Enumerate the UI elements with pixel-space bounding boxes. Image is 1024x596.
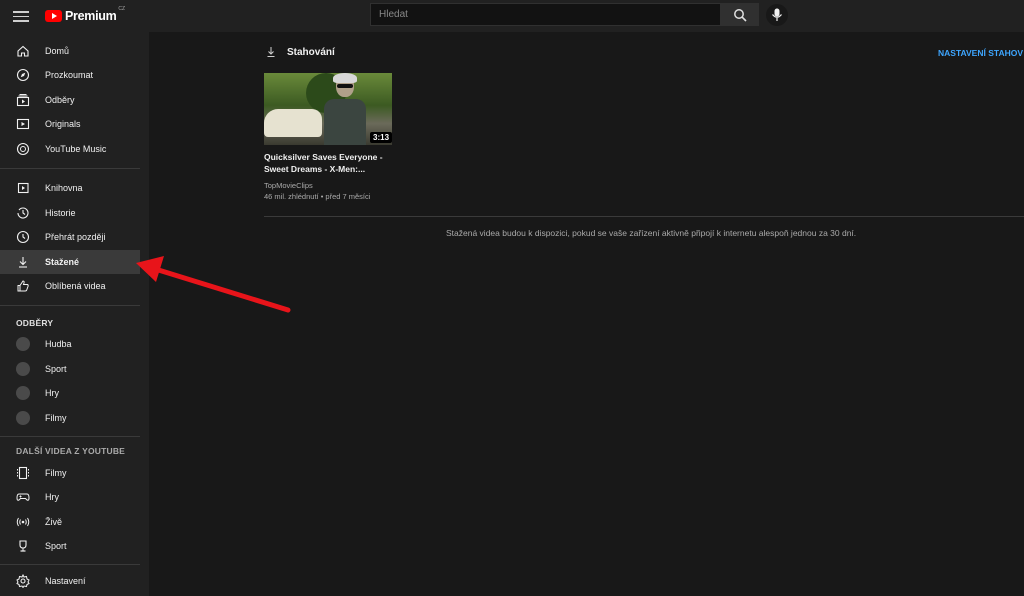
sidebar-item-originals[interactable]: Originals [0, 112, 149, 136]
sidebar-item-explore[interactable]: Prozkoumat [0, 63, 149, 87]
compass-icon [16, 68, 30, 82]
sidebar-item-label: Oblíbená videa [45, 281, 106, 291]
sidebar-item-label: Sport [45, 364, 67, 374]
music-channel-icon [16, 337, 30, 351]
youtube-premium-logo[interactable]: Premium CZ [45, 6, 126, 25]
sidebar-item-home[interactable]: Domů [0, 39, 149, 63]
sidebar-divider [0, 564, 140, 565]
film-icon [17, 466, 29, 480]
subscriptions-section-title: ODBĚRY [16, 318, 54, 328]
sidebar-item-sport[interactable]: Sport [0, 534, 149, 558]
clock-icon [16, 230, 30, 244]
video-duration-badge: 3:13 [370, 132, 393, 143]
sidebar-item-channel-hry[interactable]: Hry [0, 381, 149, 405]
sidebar-item-channel-hudba[interactable]: Hudba [0, 332, 149, 356]
sidebar-item-live[interactable]: Živě [0, 510, 149, 534]
thumbnail-scene [264, 109, 322, 137]
sidebar-item-movies[interactable]: Filmy [0, 461, 149, 485]
download-icon [19, 257, 27, 268]
home-icon [17, 45, 29, 57]
logo-text: Premium [65, 9, 117, 23]
sidebar-item-downloads[interactable]: Stažené [0, 250, 140, 274]
sidebar: Domů Prozkoumat Odběry Originals YouTube… [0, 32, 149, 596]
sidebar-item-label: Sport [45, 541, 67, 551]
gear-icon [16, 574, 30, 588]
microphone-icon [772, 8, 782, 21]
sidebar-item-channel-sport[interactable]: Sport [0, 357, 149, 381]
sidebar-item-label: Historie [45, 208, 76, 218]
sidebar-item-history[interactable]: Historie [0, 201, 149, 225]
sidebar-item-label: Živě [45, 517, 63, 527]
download-availability-note: Stažená videa budou k dispozici, pokud s… [446, 228, 857, 238]
sidebar-item-watch-later[interactable]: Přehrát později [0, 225, 149, 249]
content-divider [264, 216, 1024, 217]
originals-icon [16, 118, 30, 130]
more-from-youtube-title: DALŠÍ VIDEA Z YOUTUBE [16, 446, 126, 456]
sidebar-item-label: Filmy [45, 468, 67, 478]
sidebar-item-channel-filmy[interactable]: Filmy [0, 406, 149, 430]
music-icon [16, 142, 30, 156]
sidebar-item-label: Filmy [45, 413, 67, 423]
library-icon [17, 182, 29, 194]
sidebar-divider [0, 436, 140, 437]
games-channel-icon [16, 386, 30, 400]
sidebar-item-library[interactable]: Knihovna [0, 176, 149, 200]
page-title: Stahování [287, 47, 335, 58]
sidebar-item-label: Knihovna [45, 183, 83, 193]
sidebar-item-gaming[interactable]: Hry [0, 485, 149, 509]
sidebar-item-label: Originals [45, 119, 81, 129]
sidebar-item-label: Hry [45, 492, 59, 502]
movies-channel-icon [16, 411, 30, 425]
sidebar-item-label: Hudba [45, 339, 72, 349]
trophy-icon [19, 540, 27, 552]
voice-search-button[interactable] [766, 4, 788, 26]
sport-channel-icon [16, 362, 30, 376]
sidebar-item-label: Prozkoumat [45, 70, 94, 80]
youtube-play-icon [45, 10, 62, 22]
sidebar-item-youtube-music[interactable]: YouTube Music [0, 137, 149, 161]
sidebar-item-label: Stažené [45, 257, 80, 267]
video-channel[interactable]: TopMovieClips [264, 181, 313, 190]
gamepad-icon [16, 493, 30, 501]
logo-country: CZ [118, 6, 126, 12]
download-settings-link[interactable]: NASTAVENÍ STAHOV [938, 48, 1023, 58]
sidebar-divider [0, 168, 140, 169]
sidebar-item-label: Odběry [45, 95, 75, 105]
hamburger-menu-icon[interactable] [13, 9, 29, 23]
search-button[interactable] [721, 3, 759, 26]
sidebar-item-label: Přehrát později [45, 232, 106, 242]
live-icon [16, 517, 30, 527]
download-icon [267, 47, 275, 57]
sidebar-divider [0, 305, 140, 306]
sidebar-item-label: Hry [45, 388, 59, 398]
video-meta: 46 mil. zhlédnutí • před 7 měsíci [264, 192, 371, 201]
video-title[interactable]: Quicksilver Saves Everyone - Sweet Dream… [264, 151, 394, 175]
top-bar: Premium CZ Hledat [0, 0, 1024, 32]
search-input[interactable]: Hledat [370, 3, 721, 26]
sidebar-item-settings[interactable]: Nastavení [0, 569, 149, 593]
history-icon [17, 207, 29, 219]
sidebar-item-subscriptions[interactable]: Odběry [0, 88, 149, 112]
sidebar-item-label: Nastavení [45, 576, 86, 586]
thumbs-up-icon [17, 280, 29, 292]
thumbnail-scene [324, 73, 366, 145]
search-icon [734, 9, 747, 22]
annotation-arrow [136, 256, 291, 313]
sidebar-item-liked-videos[interactable]: Oblíbená videa [0, 274, 149, 298]
sidebar-item-label: Domů [45, 46, 70, 56]
sidebar-item-label: YouTube Music [45, 144, 107, 154]
subscriptions-icon [16, 94, 30, 107]
